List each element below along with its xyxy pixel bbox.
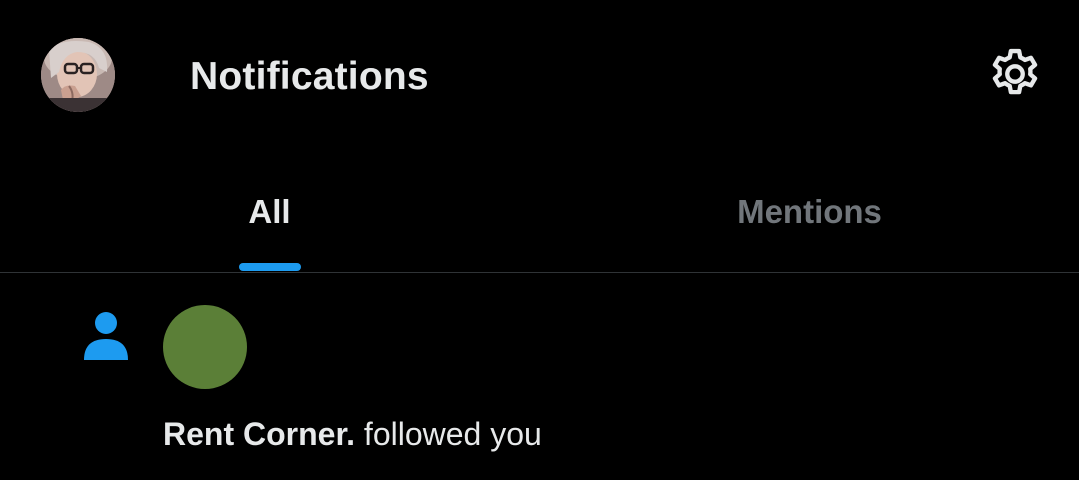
avatar-photo-icon <box>41 38 115 112</box>
notifications-screen: Notifications All Mentions Rent Corner. … <box>0 0 1079 480</box>
person-icon <box>82 310 130 362</box>
tab-mentions-label: Mentions <box>737 193 882 230</box>
follower-avatar[interactable] <box>163 305 247 389</box>
follower-name[interactable]: Rent Corner. <box>163 416 355 452</box>
profile-avatar[interactable] <box>41 38 115 112</box>
notification-item[interactable]: Rent Corner. followed you <box>0 273 1079 480</box>
tab-active-indicator <box>239 263 301 271</box>
page-title: Notifications <box>190 55 429 98</box>
header: Notifications <box>0 0 1079 150</box>
tab-mentions[interactable]: Mentions <box>540 150 1079 273</box>
notification-text: Rent Corner. followed you <box>163 415 542 453</box>
tab-bar: All Mentions <box>0 150 1079 273</box>
gear-icon <box>992 48 1038 95</box>
tab-all[interactable]: All <box>0 150 539 273</box>
settings-button[interactable] <box>986 45 1044 103</box>
tab-all-label: All <box>248 193 291 230</box>
notification-action: followed you <box>355 416 542 452</box>
